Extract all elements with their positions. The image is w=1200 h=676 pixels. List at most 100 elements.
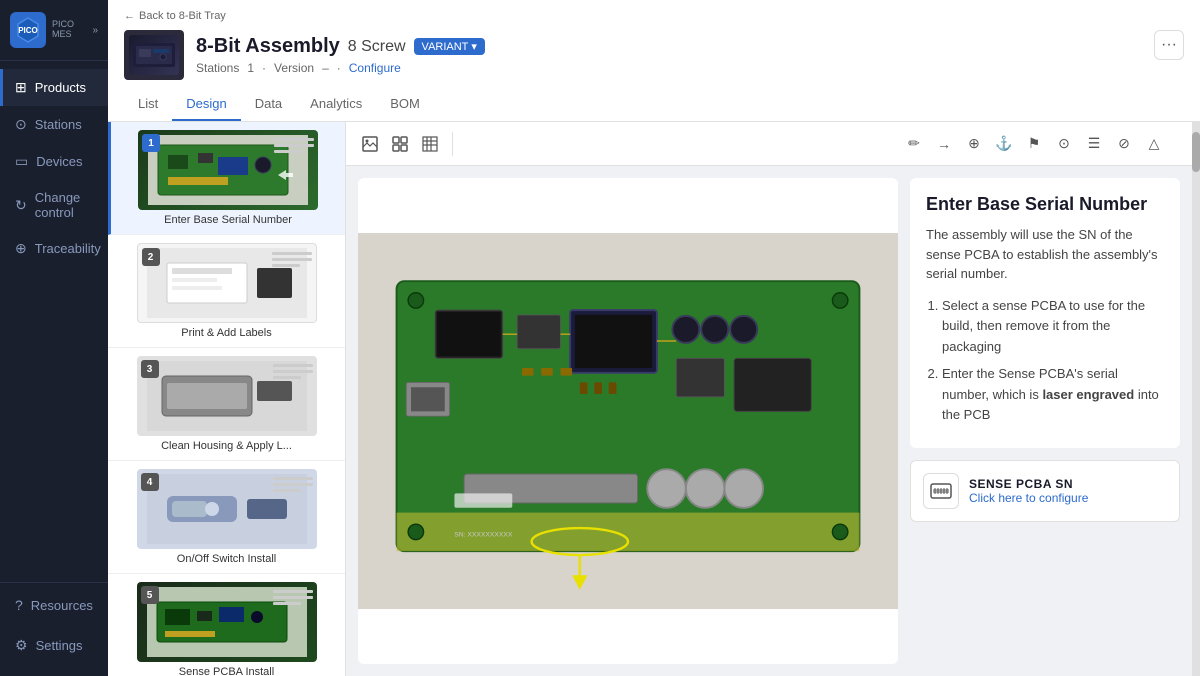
stations-count: 1 — [247, 61, 254, 75]
back-link[interactable]: ← Back to 8-Bit Tray — [124, 10, 1154, 22]
sidebar-item-label: Change control — [35, 190, 96, 220]
step-label-2: Print & Add Labels — [177, 327, 276, 339]
toolbar-attach-btn[interactable]: ⊘ — [1112, 132, 1136, 156]
toolbar-image-btn[interactable] — [358, 132, 382, 156]
stations-label: Stations — [196, 61, 239, 75]
toolbar-flag-btn[interactable]: ⚑ — [1022, 132, 1046, 156]
product-details-row: Stations 1 · Version – · Configure — [196, 61, 1154, 75]
toolbar-clock-btn[interactable]: ⊙ — [1052, 132, 1076, 156]
back-arrow-icon: ← — [124, 10, 135, 22]
sidebar-item-resources[interactable]: ? Resources — [0, 587, 108, 623]
toolbar-pencil-btn[interactable]: ✏ — [902, 132, 926, 156]
sidebar-item-label: Products — [35, 80, 86, 95]
traceability-icon: ⊕ — [15, 240, 27, 257]
config-title: SENSE PCBA SN — [969, 477, 1167, 491]
step-instructions-list: Select a sense PCBA to use for the build… — [926, 296, 1164, 427]
tab-list[interactable]: List — [124, 88, 172, 121]
step-num-badge-2: 2 — [142, 248, 160, 266]
toolbar-layout-btn[interactable] — [388, 132, 412, 156]
design-main: ✏ → ⊕ ⚓ ⚑ ⊙ ☰ ⊘ △ — [346, 122, 1192, 676]
toolbar-anchor-btn[interactable]: ⚓ — [992, 132, 1016, 156]
settings-icon: ⚙ — [15, 637, 28, 654]
logo-area: PICO PICO MES » — [0, 0, 108, 61]
product-subtitle: 8 Screw — [348, 38, 406, 56]
variant-chevron-icon: ▾ — [471, 40, 477, 53]
configure-link[interactable]: Configure — [349, 61, 401, 75]
toolbar-link-btn[interactable]: ⊕ — [962, 132, 986, 156]
step-item-4[interactable]: 4 On/Off Switch Install — [108, 461, 345, 574]
step-num-badge-5: 5 — [141, 586, 159, 604]
products-icon: ⊞ — [15, 79, 27, 96]
product-info: 8-Bit Assembly 8 Screw VARIANT ▾ Station… — [124, 30, 1154, 80]
tab-design[interactable]: Design — [172, 88, 240, 121]
step-detail-description: The assembly will use the SN of the sens… — [926, 225, 1164, 284]
step-info-card: Enter Base Serial Number The assembly wi… — [910, 178, 1180, 448]
instruction-item-2: Enter the Sense PCBA's serial number, wh… — [942, 364, 1164, 426]
more-options-button[interactable]: ··· — [1154, 30, 1184, 60]
stations-icon: ⊙ — [15, 116, 27, 133]
step-lines-5 — [273, 590, 313, 605]
step-lines-2 — [272, 252, 312, 267]
instruction-item-1: Select a sense PCBA to use for the build… — [942, 296, 1164, 358]
variant-badge[interactable]: VARIANT ▾ — [414, 38, 485, 55]
step-num-badge-1: 1 — [142, 134, 160, 152]
design-toolbar: ✏ → ⊕ ⚓ ⚑ ⊙ ☰ ⊘ △ — [346, 122, 1192, 166]
toolbar-arrow-btn[interactable]: → — [932, 132, 956, 156]
svg-text:PICO: PICO — [18, 26, 38, 35]
step-item-2[interactable]: 2 Print & Add Labels — [108, 235, 345, 348]
product-title: 8-Bit Assembly — [196, 35, 340, 58]
tab-data[interactable]: Data — [241, 88, 296, 121]
step-num-badge-4: 4 — [141, 473, 159, 491]
config-card[interactable]: SENSE PCBA SN Click here to configure — [910, 460, 1180, 522]
step-item-5[interactable]: 5 Sense P — [108, 574, 345, 676]
change-control-icon: ↻ — [15, 197, 27, 214]
step-label-5: Sense PCBA Install — [175, 666, 278, 676]
step-thumbnail-5: 5 — [137, 582, 317, 662]
step-num-badge-3: 3 — [141, 360, 159, 378]
step-item-3[interactable]: 3 Clean Housing & Apply L... — [108, 348, 345, 461]
config-subtitle[interactable]: Click here to configure — [969, 491, 1167, 505]
back-link-text: Back to 8-Bit Tray — [139, 10, 226, 22]
main-view-area: SN: XXXXXXXXXX Enter Base Serial Number … — [346, 166, 1192, 676]
tab-analytics[interactable]: Analytics — [296, 88, 376, 121]
toolbar-upload-btn[interactable]: △ — [1142, 132, 1166, 156]
sidebar-item-label: Traceability — [35, 241, 101, 256]
step-thumbnail-4: 4 — [137, 469, 317, 549]
main-area: ← Back to 8-Bit Tray — [108, 0, 1200, 676]
sidebar-collapse-icon[interactable]: » — [92, 25, 98, 36]
scroll-hint[interactable] — [1192, 122, 1200, 676]
info-panel: Enter Base Serial Number The assembly wi… — [910, 178, 1180, 664]
step-detail-title: Enter Base Serial Number — [926, 194, 1164, 215]
tabs: List Design Data Analytics BOM — [124, 88, 1184, 121]
step-lines — [274, 138, 314, 153]
scroll-thumb — [1192, 132, 1200, 172]
content-area: 1 — [108, 122, 1200, 676]
sidebar-nav: ⊞ Products ⊙ Stations ▭ Devices ↻ Change… — [0, 61, 108, 582]
toolbar-group-view — [358, 132, 453, 156]
header-top: ← Back to 8-Bit Tray — [124, 10, 1184, 80]
steps-sidebar: 1 — [108, 122, 346, 676]
sidebar-item-label: Settings — [36, 638, 83, 653]
sidebar-item-label: Devices — [36, 154, 82, 169]
step-lines-3 — [273, 364, 313, 379]
step-item-1[interactable]: 1 — [108, 122, 345, 235]
step-label-1: Enter Base Serial Number — [160, 214, 296, 226]
toolbar-grid-btn[interactable] — [418, 132, 442, 156]
sidebar-item-label: Stations — [35, 117, 82, 132]
variant-label: VARIANT — [422, 41, 469, 53]
pcb-image-svg: SN: XXXXXXXXXX — [358, 178, 898, 664]
config-icon — [923, 473, 959, 509]
more-options-icon: ··· — [1161, 36, 1177, 54]
sidebar-item-devices[interactable]: ▭ Devices — [0, 143, 108, 180]
sidebar-bottom: ? Resources ⚙ Settings — [0, 582, 108, 676]
tab-bom[interactable]: BOM — [376, 88, 434, 121]
sidebar-item-traceability[interactable]: ⊕ Traceability — [0, 230, 108, 267]
toolbar-list-btn[interactable]: ☰ — [1082, 132, 1106, 156]
product-thumbnail — [124, 30, 184, 80]
step-thumbnail-1: 1 — [138, 130, 318, 210]
sidebar-item-products[interactable]: ⊞ Products — [0, 69, 108, 106]
sidebar-item-change-control[interactable]: ↻ Change control — [0, 180, 108, 230]
sidebar-item-stations[interactable]: ⊙ Stations — [0, 106, 108, 143]
sidebar-item-settings[interactable]: ⚙ Settings — [0, 627, 108, 664]
step-lines-4 — [273, 477, 313, 492]
